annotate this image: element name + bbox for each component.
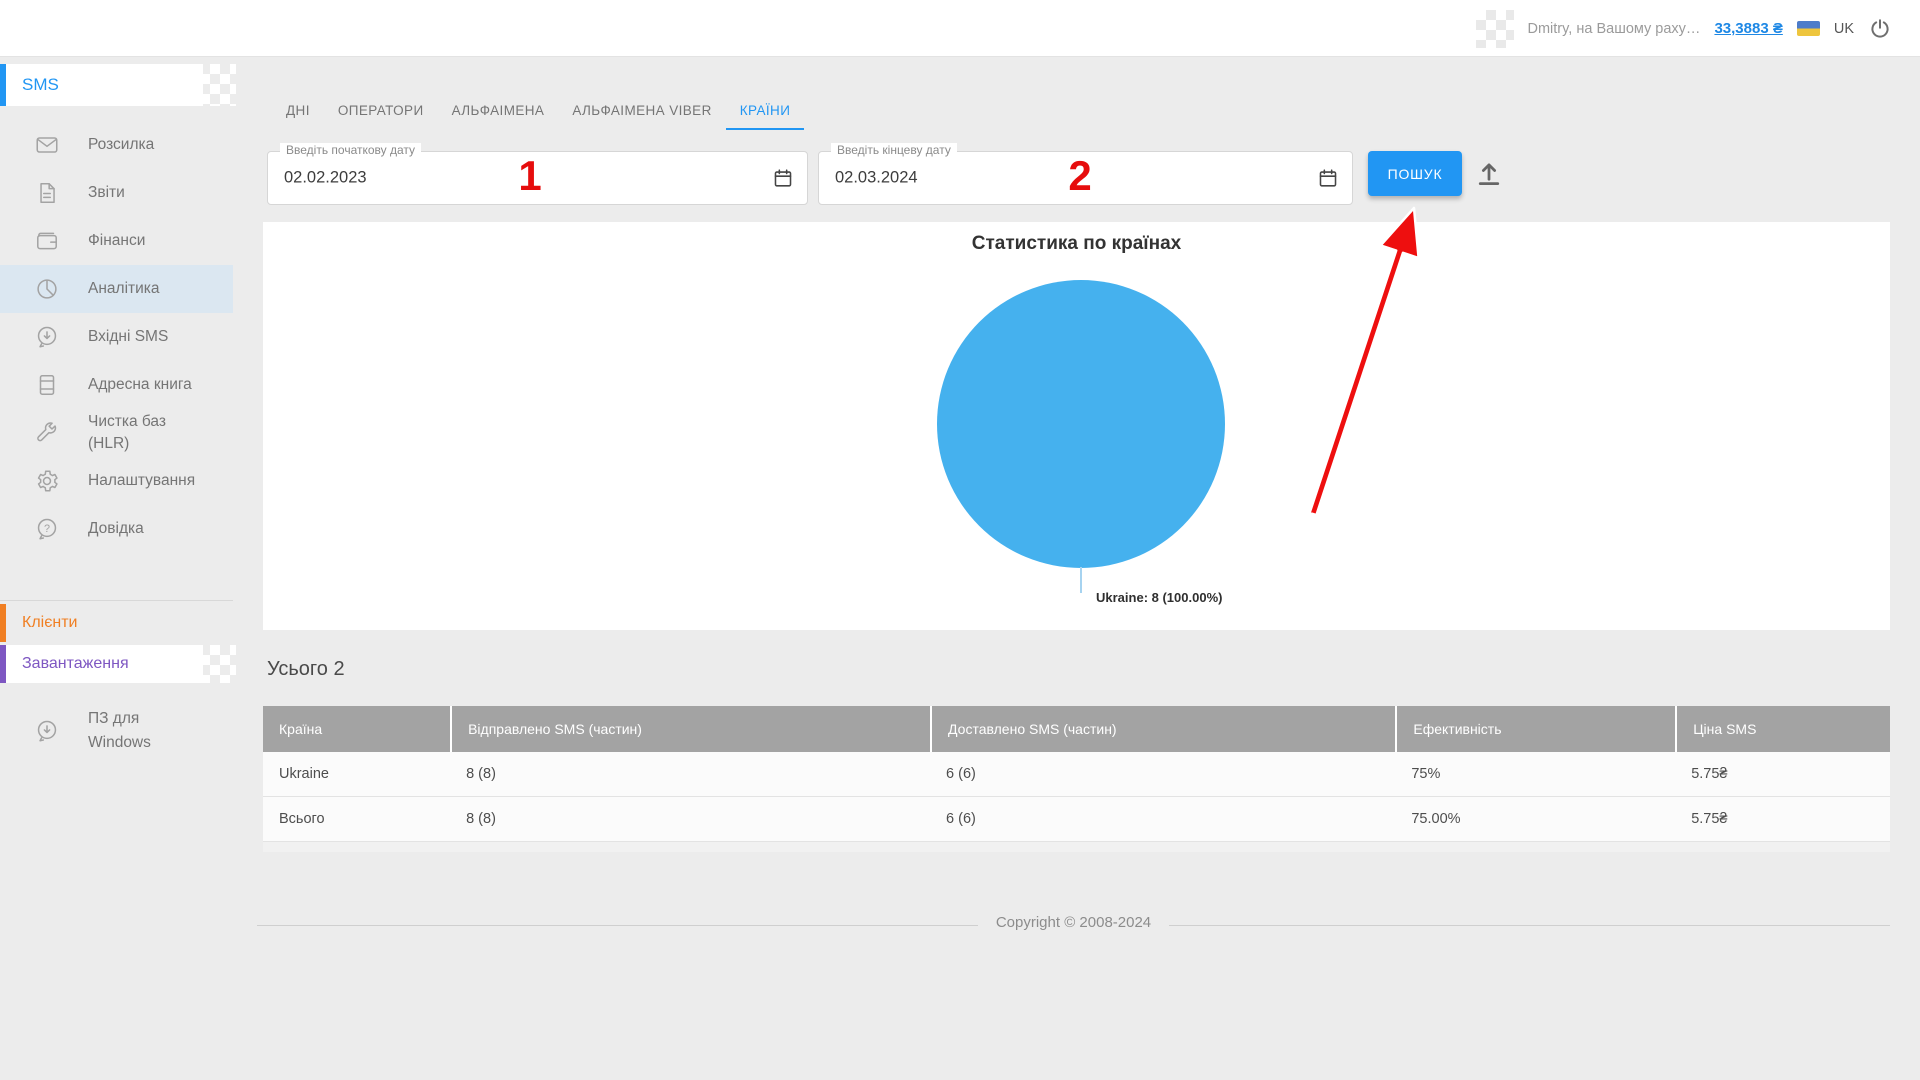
- app-root: Dmitry, на Вашому раху… 33,3883 ₴ UK SMS…: [0, 0, 1920, 1080]
- report-icon: [40, 183, 55, 203]
- cell-country: Ukraine: [279, 766, 329, 782]
- cell-sent: 8 (8): [466, 766, 496, 782]
- inbox-sms-icon: [37, 326, 57, 348]
- table-header-row: Країна Відправлено SMS (частин) Доставле…: [263, 706, 1890, 752]
- gear-icon: [37, 470, 58, 492]
- language-label[interactable]: UK: [1834, 21, 1854, 37]
- sidebar-item-zvity[interactable]: Звіти: [0, 169, 233, 217]
- sidebar-item-label: Довідка: [88, 520, 144, 537]
- sidebar-item-label: Звіти: [88, 184, 125, 201]
- sidebar-section-sms[interactable]: SMS: [0, 64, 203, 106]
- annotation-step-1: 1: [518, 152, 542, 199]
- downloads-label: Завантаження: [22, 655, 129, 672]
- sidebar-divider: [0, 600, 233, 601]
- column-header-price: Ціна SMS: [1675, 706, 1890, 752]
- address-book-icon: [39, 375, 55, 395]
- power-button[interactable]: [1868, 17, 1892, 41]
- analytics-pie-icon: [37, 279, 57, 299]
- search-button[interactable]: ПОШУК: [1368, 151, 1462, 196]
- annotation-step-2: 2: [1068, 152, 1092, 199]
- download-icon: [37, 720, 57, 742]
- table-row-total: Всього 8 (8) 6 (6) 75.00% 5.75₴: [263, 797, 1890, 842]
- sidebar-item-pz-windows[interactable]: ПЗ для Windows: [0, 707, 233, 755]
- sidebar-menu: Розсилка Звіти Фінанси Аналітика Вхідні …: [0, 121, 233, 553]
- upload-icon: [1478, 163, 1500, 185]
- wallet-icon: [37, 232, 57, 250]
- sms-section-title: SMS: [22, 75, 59, 94]
- end-date-value: 02.03.2024: [835, 168, 918, 187]
- footer: Copyright © 2008-2024: [257, 914, 1890, 932]
- chart-title: Статистика по країнах: [971, 233, 1182, 254]
- pie-slice-ukraine[interactable]: [937, 280, 1225, 568]
- cell-efficiency: 75%: [1411, 766, 1441, 782]
- cell-delivered: 6 (6): [946, 811, 976, 827]
- sidebar-item-label: Вхідні SMS: [88, 328, 169, 345]
- sidebar-item-label: Налаштування: [88, 472, 196, 489]
- ukraine-flag-icon[interactable]: [1796, 21, 1820, 36]
- checker-decoration: [200, 64, 236, 106]
- cell-sent: 8 (8): [466, 811, 496, 827]
- table-footer-strip: [263, 842, 1890, 852]
- clients-label: Клієнти: [22, 614, 78, 631]
- mail-icon: [36, 137, 58, 153]
- column-header-country: Країна: [279, 721, 323, 737]
- cell-delivered: 6 (6): [946, 766, 976, 782]
- svg-text:?: ?: [44, 523, 50, 535]
- pie-point-label: Ukraine: 8 (100.00%): [1096, 590, 1223, 605]
- calendar-icon[interactable]: [1317, 167, 1339, 189]
- column-header-delivered: Доставлено SMS (частин): [930, 706, 1395, 752]
- tab-alfaimena[interactable]: АЛЬФАІМЕНА: [438, 103, 559, 130]
- sidebar-item-label: Чистка баз (HLR): [88, 413, 166, 452]
- sidebar-item-adresna-knyha[interactable]: Адресна книга: [0, 361, 233, 409]
- start-date-label: Введіть початкову дату: [280, 143, 422, 157]
- sidebar-item-rozsylka[interactable]: Розсилка: [0, 121, 233, 169]
- balance-link[interactable]: 33,3883 ₴: [1714, 20, 1782, 37]
- sidebar-item-analityka[interactable]: Аналітика: [0, 265, 233, 313]
- sidebar-item-label: Адресна книга: [88, 376, 192, 393]
- start-date-value: 02.02.2023: [284, 168, 367, 187]
- tab-bar: ДНІ ОПЕРАТОРИ АЛЬФАІМЕНА АЛЬФАІМЕНА VIBE…: [272, 92, 805, 130]
- power-icon: [1871, 18, 1889, 38]
- pz-windows-label: ПЗ для Windows: [88, 710, 151, 751]
- wrench-icon: [37, 422, 57, 442]
- user-account-text: Dmitry, на Вашому раху…: [1527, 20, 1701, 37]
- tab-alfaimena-viber[interactable]: АЛЬФАІМЕНА VIBER: [558, 103, 725, 130]
- cell-price: 5.75₴: [1691, 811, 1728, 827]
- tab-operatory[interactable]: ОПЕРАТОРИ: [324, 103, 438, 130]
- sidebar-section-clients[interactable]: Клієнти: [0, 604, 203, 642]
- countries-table: Країна Відправлено SMS (частин) Доставле…: [263, 706, 1890, 852]
- end-date-label: Введіть кінцеву дату: [831, 143, 957, 157]
- upload-button[interactable]: [1472, 156, 1506, 190]
- column-header-efficiency: Ефективність: [1395, 706, 1675, 752]
- column-header-sent: Відправлено SMS (частин): [450, 706, 930, 752]
- checker-decoration: [1475, 9, 1514, 48]
- cell-price: 5.75₴: [1691, 766, 1728, 782]
- total-count-label: Усього 2: [267, 658, 345, 680]
- chart-panel: Статистика по країнах Ukraine: 8 (100.00…: [263, 222, 1890, 630]
- topbar: Dmitry, на Вашому раху… 33,3883 ₴ UK: [0, 0, 1920, 57]
- sidebar-item-finansy[interactable]: Фінанси: [0, 217, 233, 265]
- sidebar: SMS Розсилка Звіти Фінанси Аналітика Вхі…: [0, 57, 236, 1080]
- calendar-icon[interactable]: [772, 167, 794, 189]
- sidebar-item-label: Розсилка: [88, 136, 155, 153]
- cell-efficiency: 75.00%: [1411, 811, 1461, 827]
- sidebar-item-nalashtuvannia[interactable]: Налаштування: [0, 457, 233, 505]
- tab-krainy[interactable]: КРАЇНИ: [725, 103, 805, 130]
- sidebar-item-dovidka[interactable]: ? Довідка: [0, 505, 233, 553]
- copyright-text: Copyright © 2008-2024: [977, 914, 1170, 931]
- sidebar-section-downloads[interactable]: Завантаження: [0, 645, 203, 683]
- help-icon: ?: [37, 518, 57, 540]
- checker-decoration: [200, 645, 236, 683]
- sidebar-item-vhidni-sms[interactable]: Вхідні SMS: [0, 313, 233, 361]
- sidebar-item-label: Фінанси: [88, 232, 146, 249]
- tab-dni[interactable]: ДНІ: [272, 103, 324, 130]
- sidebar-item-chystka-baz[interactable]: Чистка баз (HLR): [0, 409, 233, 457]
- table-row: Ukraine 8 (8) 6 (6) 75% 5.75₴: [263, 752, 1890, 797]
- sidebar-item-label: Аналітика: [88, 280, 160, 297]
- pie-leader-line: [1080, 567, 1082, 593]
- cell-country: Всього: [279, 811, 325, 827]
